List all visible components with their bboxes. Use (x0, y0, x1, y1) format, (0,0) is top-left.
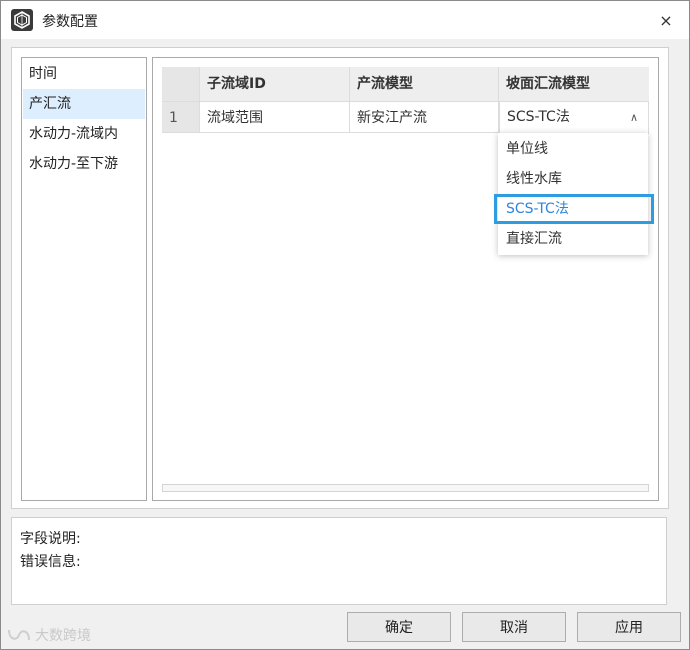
cancel-button[interactable]: 取消 (462, 612, 566, 642)
watermark: 大数跨境 (7, 625, 91, 645)
main-panel: 时间 产汇流 水动力-流域内 水动力-至下游 子流域ID 产流模型 坡面汇流模型… (11, 47, 669, 509)
routing-model-dropdown: 单位线 线性水库 SCS-TC法 直接汇流 (494, 133, 654, 255)
info-panel: 字段说明: 错误信息: (11, 517, 667, 605)
nav-item-runoff[interactable]: 产汇流 (23, 89, 145, 119)
row-number-header (162, 67, 200, 101)
column-header-subbasin-id[interactable]: 子流域ID (200, 67, 350, 101)
dropdown-option-unit-hydrograph[interactable]: 单位线 (498, 134, 648, 164)
chevron-up-icon: ∧ (629, 111, 638, 124)
cell-subbasin-id[interactable]: 流域范围 (200, 101, 350, 133)
watermark-text: 大数跨境 (35, 628, 91, 644)
close-icon: × (659, 10, 673, 30)
app-logo-icon (11, 9, 33, 31)
nav-item-hydro-downstream[interactable]: 水动力-至下游 (23, 149, 145, 179)
close-button[interactable]: × (643, 1, 689, 39)
config-table-area: 子流域ID 产流模型 坡面汇流模型 1 流域范围 新安江产流 SCS-TC法 ∧ (152, 57, 659, 501)
dropdown-option-linear-reservoir[interactable]: 线性水库 (498, 164, 648, 194)
error-info-label: 错误信息: (20, 554, 81, 570)
apply-button[interactable]: 应用 (577, 612, 681, 642)
title-bar: 参数配置 × (1, 1, 689, 39)
category-nav: 时间 产汇流 水动力-流域内 水动力-至下游 (21, 57, 147, 501)
dialog-window: 参数配置 × 时间 产汇流 水动力-流域内 水动力-至下游 子流域ID 产流模型… (0, 0, 690, 650)
watermark-logo-icon (8, 629, 30, 641)
cell-runoff-model[interactable]: 新安江产流 (350, 101, 499, 133)
column-header-runoff-model[interactable]: 产流模型 (350, 67, 499, 101)
dropdown-option-direct-routing[interactable]: 直接汇流 (498, 224, 648, 254)
dropdown-option-scs-tc[interactable]: SCS-TC法 (494, 194, 654, 224)
routing-model-value: SCS-TC法 (507, 109, 570, 125)
column-header-routing-model[interactable]: 坡面汇流模型 (499, 67, 649, 101)
row-number: 1 (162, 101, 200, 133)
field-description-label: 字段说明: (20, 531, 81, 547)
nav-item-hydro-basin[interactable]: 水动力-流域内 (23, 119, 145, 149)
nav-item-time[interactable]: 时间 (23, 59, 145, 89)
window-title: 参数配置 (42, 14, 98, 30)
horizontal-scrollbar[interactable] (162, 484, 649, 492)
routing-model-select[interactable]: SCS-TC法 ∧ (499, 101, 649, 134)
ok-button[interactable]: 确定 (347, 612, 451, 642)
